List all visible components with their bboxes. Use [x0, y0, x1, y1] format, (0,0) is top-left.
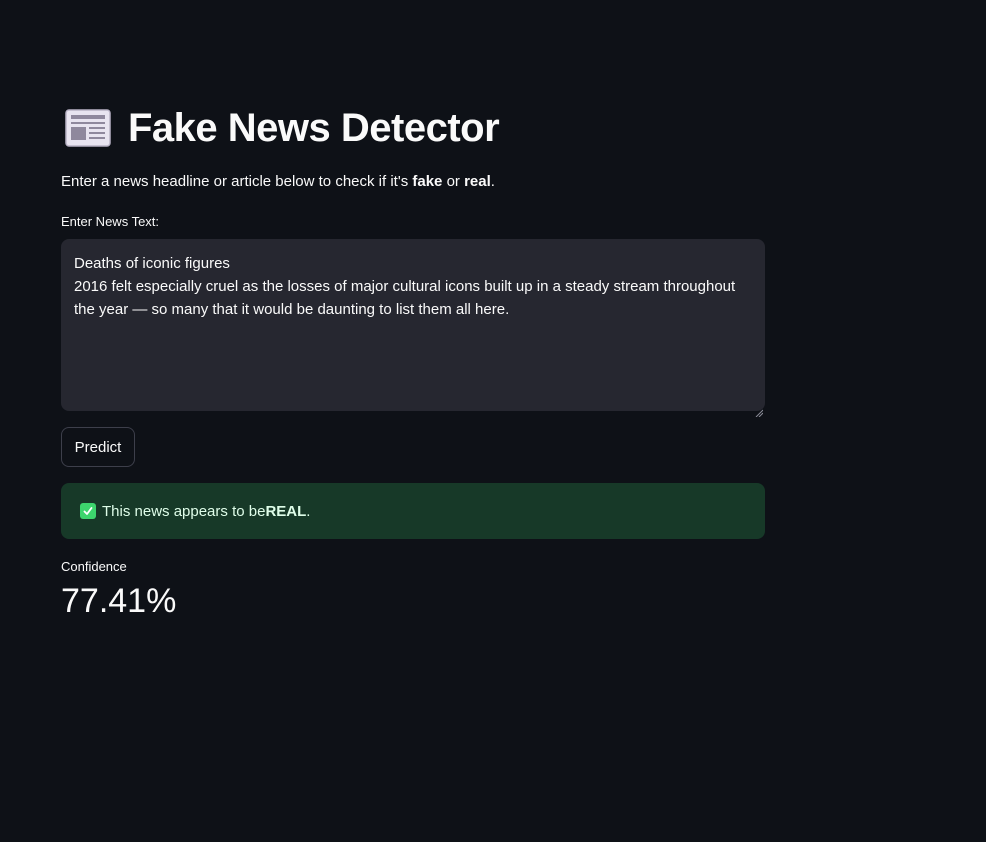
news-text-input[interactable]: Deaths of iconic figures 2016 felt espec…	[61, 239, 765, 418]
news-text-line: Deaths of iconic figures	[74, 255, 230, 272]
page-header: Fake News Detector	[65, 104, 500, 152]
news-text-label: Enter News Text:	[61, 214, 160, 229]
intro-text: Enter a news headline or article below t…	[61, 173, 495, 190]
confidence-value: 77.41%	[61, 582, 177, 620]
page-title: Fake News Detector	[128, 105, 500, 150]
newspaper-icon	[65, 108, 111, 148]
result-verdict: REAL	[265, 502, 307, 520]
intro-prefix: Enter a news headline or article below t…	[61, 173, 413, 190]
result-prefix: This news appears to be	[102, 502, 266, 520]
confidence-label: Confidence	[61, 559, 127, 574]
predict-button[interactable]: Predict	[61, 427, 135, 467]
intro-fake: fake	[412, 173, 443, 190]
result-alert: This news appears to be REAL.	[61, 483, 765, 539]
resize-handle-icon[interactable]	[755, 401, 764, 418]
check-icon	[80, 503, 96, 519]
intro-suffix: .	[490, 173, 495, 190]
news-text-line: 2016 felt especially cruel as the losses…	[74, 278, 736, 295]
news-text-line: the year — so many that it would be daun…	[74, 301, 510, 318]
result-suffix: .	[306, 502, 311, 520]
intro-middle: or	[442, 173, 465, 190]
intro-real: real	[464, 173, 491, 190]
